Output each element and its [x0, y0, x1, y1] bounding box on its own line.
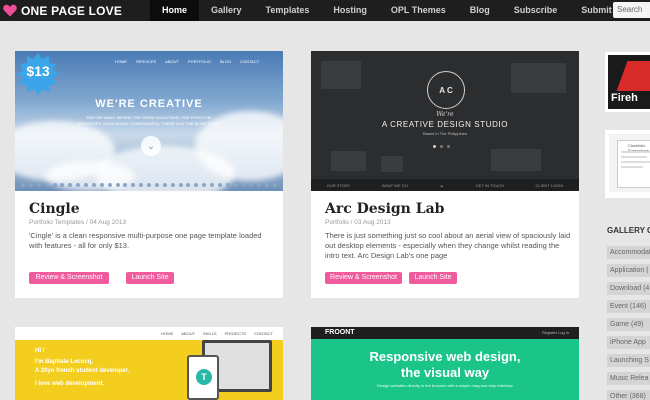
card-description: 'Cingle' is a clean responsive multi-pur…	[29, 231, 262, 250]
card-title[interactable]: Arc Design Lab	[325, 201, 444, 217]
arc-footer-nav: OUR STORY WHAT WE DO ⌄ GET IN TOUCH CLIE…	[311, 179, 579, 191]
nav-hosting[interactable]: Hosting	[321, 0, 379, 21]
main-nav: Home Gallery Templates Hosting OPL Theme…	[150, 0, 624, 21]
lecocq-mini-nav: HOME ABOUT SKILLS PROJECTS CONTACT	[15, 327, 283, 340]
chevron-down-icon: ⌄	[439, 182, 445, 189]
gallery-categories-heading: GALLERY CA	[607, 226, 650, 235]
card-description: There is just something just so cool abo…	[325, 231, 571, 260]
card-meta: Portfolio / 03 Aug 2013	[325, 219, 391, 226]
froont-logo: FROONT	[325, 329, 355, 336]
arc-emblem-logo: A C	[427, 71, 465, 109]
sidebar-ad-1[interactable]: Fireh	[605, 52, 650, 112]
category-link[interactable]: Accommodation	[607, 246, 650, 259]
cingle-subtext: FAR FAR AWAY, BEHIND THE WORD MOUNTAINS,…	[77, 115, 221, 126]
gallery-card-lecocq: HOME ABOUT SKILLS PROJECTS CONTACT HI ! …	[15, 327, 283, 400]
laptop-mockup: Clockfolio Everywhere	[617, 140, 650, 188]
gallery-card-arc-design-lab: A C We're A CREATIVE DESIGN STUDIO Based…	[311, 51, 579, 298]
top-navigation-bar: ONE PAGE LOVE Home Gallery Templates Hos…	[0, 0, 650, 21]
search-input[interactable]: Search	[613, 2, 650, 18]
category-link[interactable]: Launching S	[607, 354, 650, 367]
price-badge: $13	[17, 53, 59, 95]
cingle-headline: WE'RE CREATIVE	[95, 98, 203, 110]
category-link[interactable]: Music Relea	[607, 372, 650, 385]
heart-icon	[3, 4, 17, 17]
chevron-down-icon: ⌄	[141, 136, 161, 156]
launch-site-button[interactable]: Launch Site	[409, 272, 457, 284]
t-badge-icon: T	[196, 369, 212, 385]
nav-blog[interactable]: Blog	[458, 0, 502, 21]
cingle-mini-nav: HOME SERVICES ABOUT PORTFOLIO BLOG CONTA…	[115, 59, 260, 64]
category-link[interactable]: Application (	[607, 264, 650, 277]
nav-opl-themes[interactable]: OPL Themes	[379, 0, 458, 21]
card-title[interactable]: Cingle	[29, 201, 80, 217]
category-link[interactable]: Download (4	[607, 282, 650, 295]
review-screenshot-button[interactable]: Review & Screenshot	[325, 272, 402, 284]
gallery-card-cingle: HOME SERVICES ABOUT PORTFOLIO BLOG CONTA…	[15, 51, 283, 298]
gallery-card-froont: FROONT Register Log in Responsive web de…	[311, 327, 579, 400]
nav-home[interactable]: Home	[150, 0, 200, 21]
category-link[interactable]: Other (368)	[607, 390, 650, 400]
nav-templates[interactable]: Templates	[254, 0, 322, 21]
category-link[interactable]: iPhone App	[607, 336, 650, 349]
arc-screenshot[interactable]: A C We're A CREATIVE DESIGN STUDIO Based…	[311, 51, 579, 191]
arc-headline: A CREATIVE DESIGN STUDIO	[381, 120, 509, 129]
review-screenshot-button[interactable]: Review & Screenshot	[29, 272, 109, 284]
site-logo[interactable]: ONE PAGE LOVE	[3, 2, 122, 19]
nav-subscribe[interactable]: Subscribe	[502, 0, 570, 21]
category-link[interactable]: Event (146)	[607, 300, 650, 313]
launch-site-button[interactable]: Launch Site	[126, 272, 174, 284]
site-logo-text: ONE PAGE LOVE	[21, 3, 123, 18]
froont-headline: Responsive web design,	[369, 349, 521, 364]
lecocq-screenshot[interactable]: HOME ABOUT SKILLS PROJECTS CONTACT HI ! …	[15, 327, 283, 400]
froont-screenshot[interactable]: FROONT Register Log in Responsive web de…	[311, 327, 579, 400]
decorative-dot-row	[21, 183, 277, 187]
nav-gallery[interactable]: Gallery	[199, 0, 254, 21]
sidebar-ad-2[interactable]: Clockfolio Everywhere	[605, 130, 650, 198]
category-link[interactable]: Game (49)	[607, 318, 650, 331]
arc-pager-dots	[433, 145, 450, 148]
cingle-screenshot[interactable]: HOME SERVICES ABOUT PORTFOLIO BLOG CONTA…	[15, 51, 283, 191]
card-meta: Portfolio Templates / 04 Aug 2013	[29, 219, 127, 226]
